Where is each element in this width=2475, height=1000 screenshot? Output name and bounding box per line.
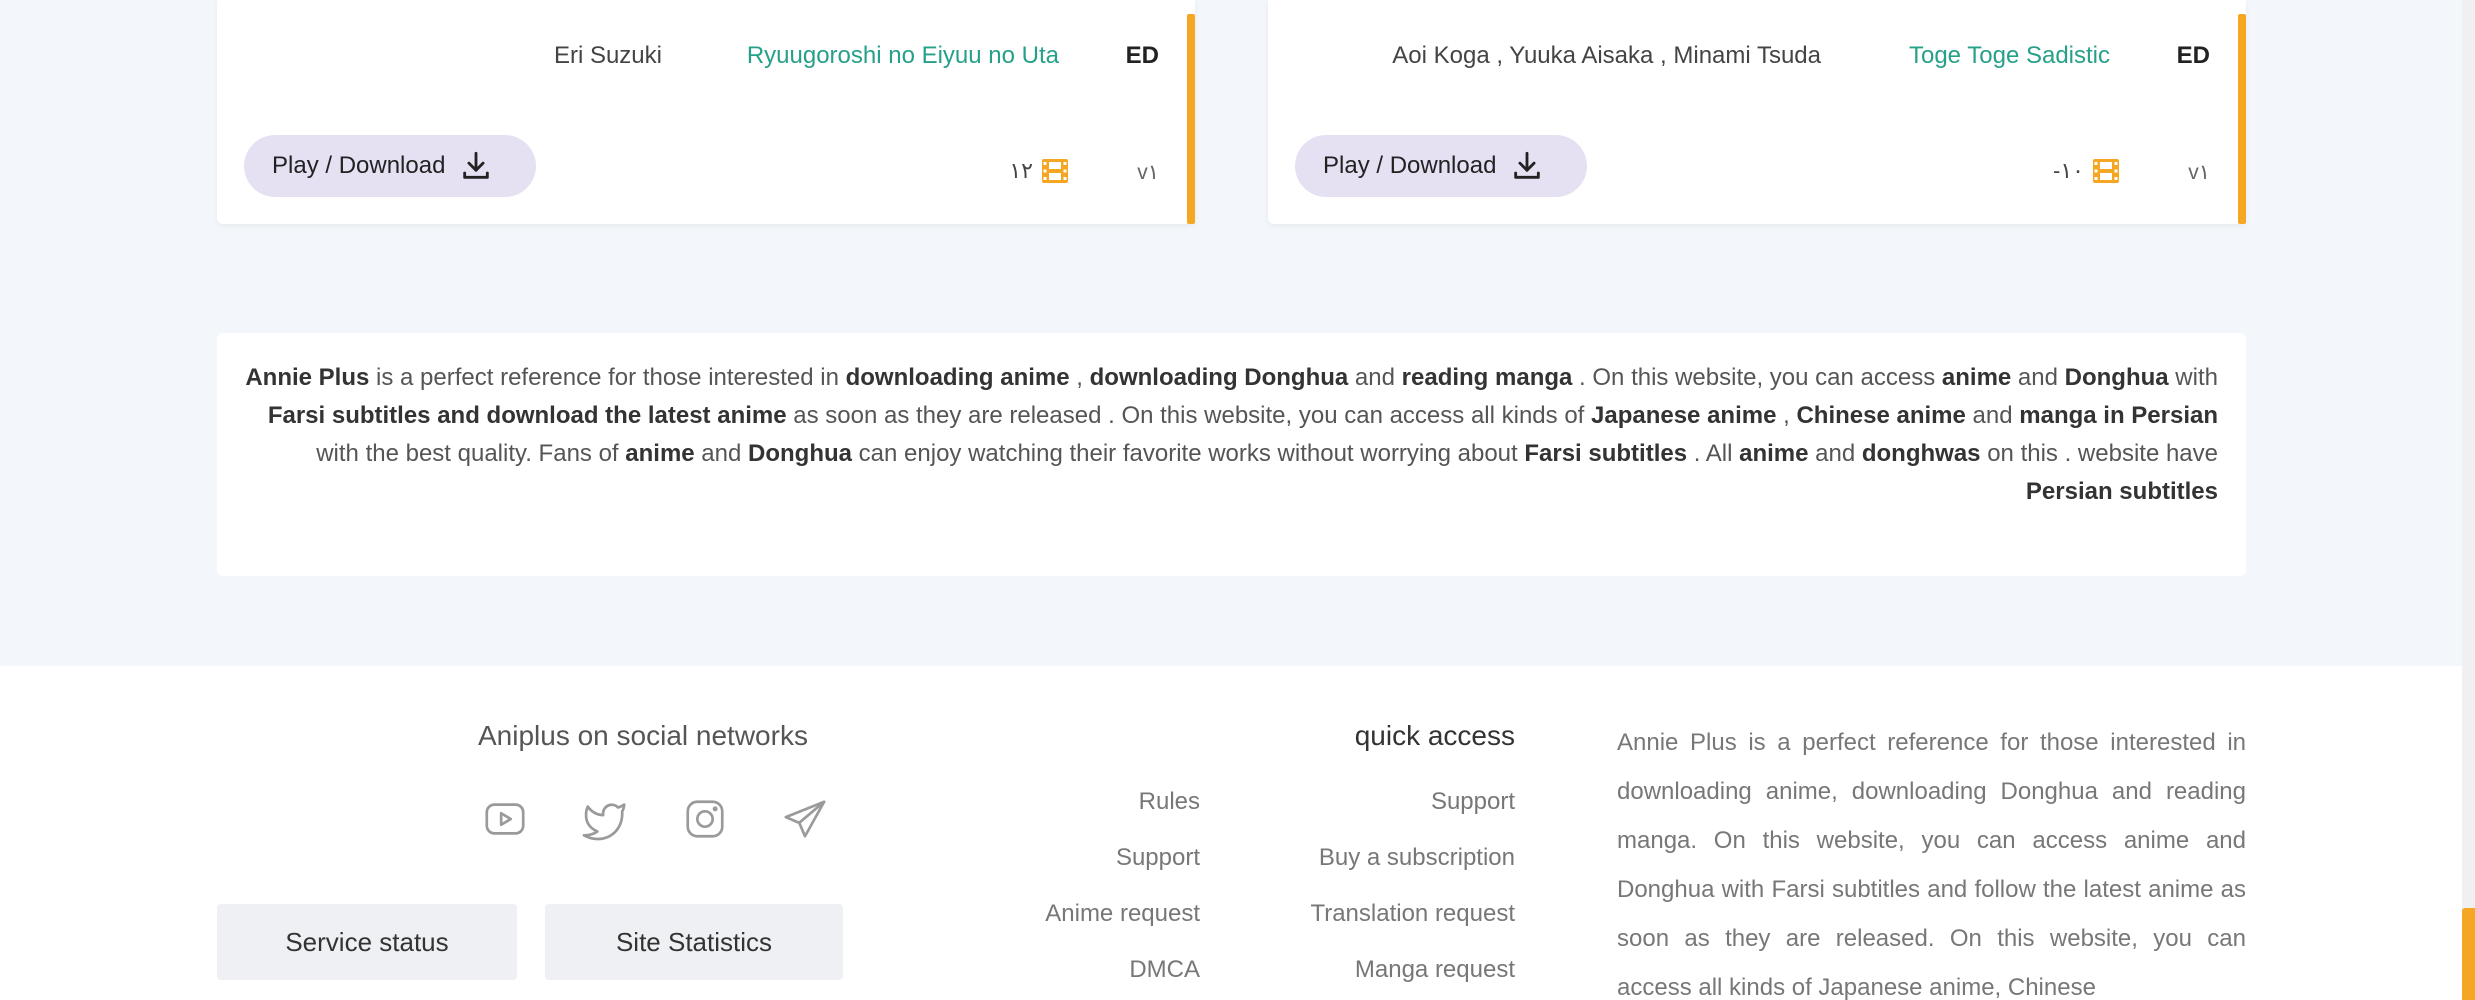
version-label: v۱: [1137, 161, 1159, 184]
description-text-segment: . All: [1687, 440, 1740, 467]
card-header-row: Aoi Koga , Yuuka Aisaka , Minami Tsuda T…: [1268, 42, 2246, 78]
service-status-button[interactable]: Service status: [217, 904, 517, 980]
quick-link-rules[interactable]: Rules: [1045, 784, 1200, 840]
description-keyword: downloading Donghua: [1089, 364, 1349, 391]
description-keyword: Farsi subtitles and download the latest …: [267, 402, 787, 429]
telegram-icon[interactable]: [782, 796, 828, 842]
card-header-row: Eri Suzuki Ryuugoroshi no Eiyuu no Uta E…: [217, 42, 1195, 78]
description-text-segment: . On this website, you can access: [1572, 364, 1942, 391]
song-artist: Aoi Koga , Yuuka Aisaka , Minami Tsuda: [1392, 42, 1821, 69]
description-keyword: Donghua: [2064, 364, 2169, 391]
download-icon: [463, 151, 490, 179]
film-icon: [2093, 159, 2119, 183]
play-download-label: Play / Download: [272, 152, 446, 179]
description-keyword: anime: [625, 440, 695, 467]
social-networks-title: Aniplus on social networks: [478, 720, 808, 751]
quick-link-manga-request[interactable]: Manga request: [1310, 952, 1515, 1000]
version-label: v۱: [2188, 161, 2210, 184]
description-keyword: anime: [1739, 440, 1809, 467]
episode-count-value: ۱۲: [1009, 158, 1033, 183]
description-text-segment: is a perfect reference for those interes…: [369, 364, 846, 391]
content-area: Eri Suzuki Ryuugoroshi no Eiyuu no Uta E…: [0, 0, 2462, 666]
description-keyword: reading manga: [1401, 364, 1573, 391]
description-text-segment: and: [1348, 364, 1402, 391]
song-card: Aoi Koga , Yuuka Aisaka , Minami Tsuda T…: [1268, 0, 2246, 224]
song-type-badge: ED: [1125, 42, 1159, 69]
page-scrollbar[interactable]: [2462, 0, 2475, 1000]
song-title[interactable]: Ryuugoroshi no Eiyuu no Uta: [747, 42, 1059, 70]
play-download-button[interactable]: Play / Download: [244, 135, 536, 197]
description-keyword: manga in Persian: [2019, 402, 2218, 429]
quick-link-support[interactable]: Support: [1045, 840, 1200, 896]
song-artist: Eri Suzuki: [553, 42, 662, 69]
description-text-segment: with: [2168, 364, 2218, 391]
site-description-text: Annie Plus is a perfect reference for th…: [245, 359, 2218, 511]
description-keyword: Persian subtitles: [2025, 478, 2218, 505]
description-text-segment: and: [1808, 440, 1862, 467]
description-keyword: Farsi subtitles: [1524, 440, 1688, 467]
description-keyword: Annie Plus: [245, 364, 370, 391]
instagram-icon[interactable]: [682, 796, 728, 842]
quick-link-translation-request[interactable]: Translation request: [1310, 896, 1515, 952]
description-keyword: donghwas: [1861, 440, 1981, 467]
social-icons: [482, 796, 828, 842]
quick-links-column: Support Buy a subscription Translation r…: [1310, 784, 1515, 1000]
description-keyword: anime: [1941, 364, 2012, 391]
description-text-segment: ,: [1069, 364, 1090, 391]
quick-links-column: Rules Support Anime request DMCA: [1045, 784, 1200, 1000]
description-text-segment: and: [1965, 402, 2020, 429]
description-text-segment: with the best quality. Fans of: [316, 440, 626, 467]
description-keyword: Donghua: [748, 440, 853, 467]
song-card: Eri Suzuki Ryuugoroshi no Eiyuu no Uta E…: [217, 0, 1195, 224]
description-text-segment: as soon as they are released . On this w…: [786, 402, 1591, 429]
description-keyword: Chinese anime: [1796, 402, 1966, 429]
description-keyword: downloading anime: [845, 364, 1070, 391]
episode-count: -۱۰: [2053, 158, 2120, 184]
footer-about-text: Annie Plus is a perfect reference for th…: [1617, 729, 2246, 1000]
play-download-label: Play / Download: [1323, 152, 1497, 179]
description-text-segment: ,: [1776, 402, 1797, 429]
twitter-icon[interactable]: [582, 796, 628, 842]
quick-link-buy-subscription[interactable]: Buy a subscription: [1310, 840, 1515, 896]
footer: Aniplus on social networks Service statu…: [0, 666, 2462, 1000]
download-icon: [1514, 151, 1541, 179]
song-type-badge: ED: [2176, 42, 2210, 69]
quick-access-title: quick access: [1354, 720, 1515, 751]
episode-count: ۱۲: [1009, 158, 1069, 184]
youtube-icon[interactable]: [482, 796, 528, 842]
description-keyword: Japanese anime: [1591, 402, 1777, 429]
description-text-segment: and: [2011, 364, 2065, 391]
site-statistics-button[interactable]: Site Statistics: [545, 904, 843, 980]
description-text-segment: can enjoy watching their favorite works …: [852, 440, 1525, 467]
description-text-segment: on this . website have: [1980, 440, 2218, 467]
quick-link-dmca[interactable]: DMCA: [1045, 952, 1200, 1000]
play-download-button[interactable]: Play / Download: [1295, 135, 1587, 197]
episode-count-value: -۱۰: [2053, 158, 2084, 183]
song-title[interactable]: Toge Toge Sadistic: [1909, 42, 2110, 70]
site-description-box: Annie Plus is a perfect reference for th…: [217, 333, 2246, 576]
quick-link-anime-request[interactable]: Anime request: [1045, 896, 1200, 952]
scrollbar-thumb[interactable]: [2462, 908, 2475, 1000]
quick-link-support[interactable]: Support: [1310, 784, 1515, 840]
film-icon: [1042, 159, 1068, 183]
description-text-segment: and: [694, 440, 749, 467]
